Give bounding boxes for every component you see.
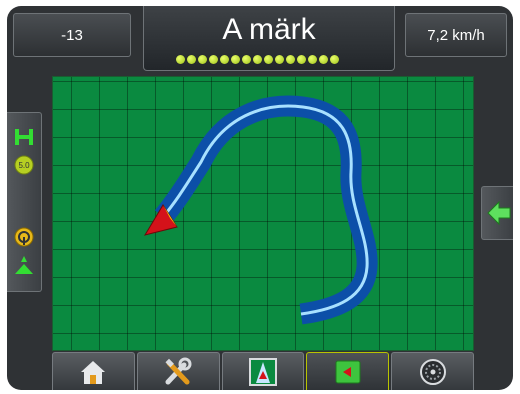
cross-track-error-value: -13	[61, 26, 83, 44]
lightbar-led	[242, 55, 251, 64]
lightbar-led	[198, 55, 207, 64]
lightbar-led	[308, 55, 317, 64]
field-map[interactable]	[52, 76, 474, 351]
lightbar-led	[264, 55, 273, 64]
lightbar-led	[275, 55, 284, 64]
guidance-title-box[interactable]: A märk	[143, 6, 395, 71]
lightbar-led	[220, 55, 229, 64]
bottom-tab-bar	[52, 352, 474, 390]
cross-track-error-box[interactable]: -13	[13, 13, 131, 57]
tab-vehicle-view[interactable]	[221, 352, 305, 390]
lightbar-led	[297, 55, 306, 64]
tools-icon	[165, 357, 192, 385]
tab-real-time[interactable]	[391, 352, 474, 390]
tab-field-view[interactable]	[306, 352, 390, 390]
lightbar	[176, 55, 339, 65]
speed-box[interactable]: 7,2 km/h	[405, 13, 507, 57]
vehicle-view-icon	[248, 358, 277, 386]
speed-value: 7,2 km/h	[427, 26, 485, 44]
lightbar-led	[330, 55, 339, 64]
tab-home[interactable]	[52, 352, 135, 390]
steering-icon[interactable]	[14, 227, 34, 247]
home-icon	[81, 361, 106, 384]
lightbar-led	[319, 55, 328, 64]
back-button[interactable]	[481, 186, 513, 240]
left-status-panel: 5.0	[7, 112, 42, 292]
guidance-title: A märk	[222, 13, 316, 46]
coverage-path	[154, 95, 378, 325]
boom-icon[interactable]	[14, 127, 34, 147]
field-view-icon	[335, 360, 361, 384]
lightbar-led	[176, 55, 185, 64]
coverage-icon[interactable]	[14, 255, 34, 275]
lightbar-led	[286, 55, 295, 64]
back-arrow-icon	[487, 200, 511, 226]
lightbar-led	[231, 55, 240, 64]
gauge-icon	[419, 359, 446, 385]
section-badge-label: 5.0	[18, 161, 30, 170]
guidance-path-layer	[143, 95, 378, 325]
section-badge-icon[interactable]: 5.0	[14, 155, 34, 175]
lightbar-led	[187, 55, 196, 64]
app-frame: -13 A märk 7,2 km/h 5.0	[7, 6, 513, 390]
lightbar-led	[253, 55, 262, 64]
lightbar-led	[209, 55, 218, 64]
tab-tools[interactable]	[136, 352, 220, 390]
